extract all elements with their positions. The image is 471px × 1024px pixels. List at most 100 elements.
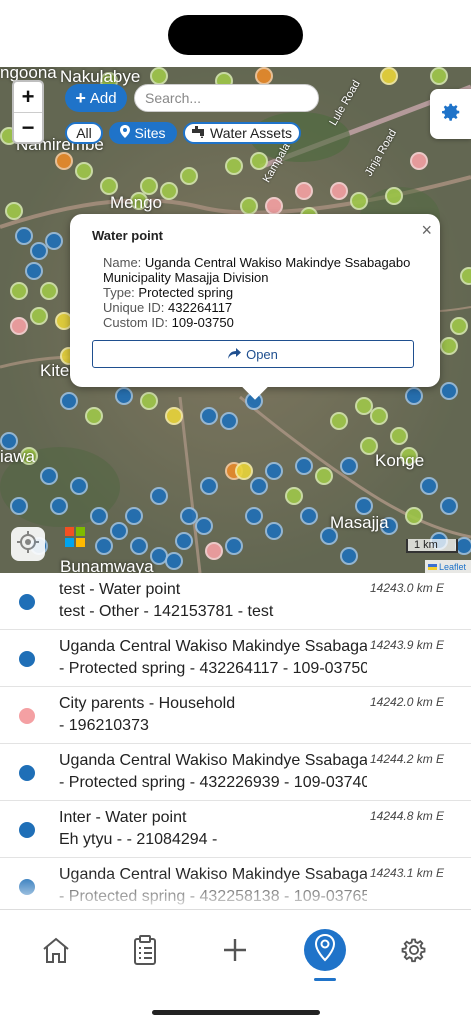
map-marker[interactable]	[25, 262, 43, 280]
map-marker[interactable]	[350, 192, 368, 210]
map-marker[interactable]	[405, 507, 423, 525]
list-item[interactable]: City parents - Household - 196210373 14242…	[0, 687, 471, 744]
map-marker[interactable]	[440, 382, 458, 400]
map-marker[interactable]	[265, 522, 283, 540]
map-marker[interactable]	[245, 507, 263, 525]
tab-add[interactable]	[213, 930, 257, 974]
map-marker[interactable]	[295, 182, 313, 200]
popup-uid-value: 432264117	[168, 300, 233, 315]
map-marker[interactable]	[295, 457, 313, 475]
map-marker[interactable]	[240, 197, 258, 215]
map-marker[interactable]	[60, 392, 78, 410]
map-marker[interactable]	[195, 517, 213, 535]
map-marker[interactable]	[255, 67, 273, 85]
map-marker[interactable]	[90, 507, 108, 525]
map-marker[interactable]	[220, 412, 238, 430]
filter-water-assets[interactable]: Water Assets	[183, 122, 301, 144]
map-marker[interactable]	[315, 467, 333, 485]
marker-dot-icon	[19, 822, 35, 838]
map-marker[interactable]	[165, 407, 183, 425]
filter-sites[interactable]: Sites	[109, 122, 177, 144]
map-marker[interactable]	[225, 537, 243, 555]
map-marker[interactable]	[40, 282, 58, 300]
map-marker[interactable]	[75, 162, 93, 180]
map-marker[interactable]	[235, 462, 253, 480]
map-marker[interactable]	[115, 387, 133, 405]
map-marker[interactable]	[150, 487, 168, 505]
tab-settings[interactable]	[392, 930, 436, 974]
map-marker[interactable]	[180, 507, 198, 525]
search-input[interactable]	[134, 84, 319, 112]
map-marker[interactable]	[150, 67, 168, 85]
map-marker[interactable]	[200, 477, 218, 495]
map-attribution[interactable]: Leaflet	[425, 560, 471, 573]
list-item[interactable]: Uganda Central Wakiso Makindye Ssabagabo…	[0, 744, 471, 801]
map-marker[interactable]	[340, 457, 358, 475]
map-marker[interactable]	[340, 547, 358, 565]
map-marker[interactable]	[440, 337, 458, 355]
results-list[interactable]: test - Water point test - Other - 1421537…	[0, 573, 471, 909]
map-marker[interactable]	[420, 477, 438, 495]
map-marker[interactable]	[175, 532, 193, 550]
map-marker[interactable]	[15, 227, 33, 245]
tab-map[interactable]	[304, 929, 346, 981]
map-marker[interactable]	[300, 507, 318, 525]
map-marker[interactable]	[45, 232, 63, 250]
map-marker[interactable]	[440, 497, 458, 515]
list-item[interactable]: test - Water point test - Other - 1421537…	[0, 573, 471, 630]
map-marker[interactable]	[140, 392, 158, 410]
map-marker[interactable]	[110, 522, 128, 540]
map-marker[interactable]	[405, 387, 423, 405]
map-marker[interactable]	[200, 407, 218, 425]
map-marker[interactable]	[30, 307, 48, 325]
map-marker[interactable]	[265, 197, 283, 215]
map-marker[interactable]	[285, 487, 303, 505]
map-marker[interactable]	[370, 407, 388, 425]
map-marker[interactable]	[250, 152, 268, 170]
list-item[interactable]: Uganda Central Wakiso Makindye Ssabagabo…	[0, 630, 471, 687]
add-button[interactable]: + Add	[65, 84, 127, 112]
map-marker[interactable]	[40, 467, 58, 485]
list-item-subtitle: - Protected spring - 432226939 - 109-037…	[59, 774, 367, 791]
map-marker[interactable]	[410, 152, 428, 170]
popup-close-button[interactable]: ×	[421, 220, 432, 241]
map-marker[interactable]	[160, 182, 178, 200]
map-marker[interactable]	[430, 67, 448, 85]
tab-tasks[interactable]	[123, 930, 167, 974]
map-marker[interactable]	[380, 67, 398, 85]
map-marker[interactable]	[225, 157, 243, 175]
map-marker[interactable]	[330, 412, 348, 430]
map-marker[interactable]	[10, 282, 28, 300]
map-marker[interactable]	[70, 477, 88, 495]
map-place-label: Konge	[375, 451, 425, 470]
map-marker[interactable]	[50, 497, 68, 515]
map-marker[interactable]	[390, 427, 408, 445]
map-marker[interactable]	[95, 537, 113, 555]
popup-open-button[interactable]: Open	[92, 340, 414, 368]
zoom-in-button[interactable]: +	[14, 82, 42, 112]
map-marker[interactable]	[180, 167, 198, 185]
map-marker[interactable]	[165, 552, 183, 570]
map-marker[interactable]	[450, 317, 468, 335]
map-settings-button[interactable]	[430, 89, 471, 139]
map-view[interactable]: NamirembeMengoKitebiMakindyeKongeMasajja…	[0, 67, 471, 573]
map-pin-icon	[313, 933, 337, 968]
map-marker[interactable]	[5, 202, 23, 220]
zoom-out-button[interactable]: −	[14, 113, 42, 143]
map-marker[interactable]	[385, 187, 403, 205]
popup-uid-label: Unique ID:	[103, 300, 165, 315]
map-marker[interactable]	[265, 462, 283, 480]
map-marker[interactable]	[130, 537, 148, 555]
map-marker[interactable]	[125, 507, 143, 525]
locate-me-button[interactable]	[11, 527, 45, 561]
map-marker[interactable]	[330, 182, 348, 200]
list-item[interactable]: Inter - Water point Eh ytyu - - 21084294 …	[0, 801, 471, 858]
map-marker[interactable]	[10, 317, 28, 335]
map-marker[interactable]	[205, 542, 223, 560]
map-marker[interactable]	[460, 267, 471, 285]
tab-home[interactable]	[34, 930, 78, 974]
map-marker[interactable]	[85, 407, 103, 425]
map-marker[interactable]	[10, 497, 28, 515]
filter-all[interactable]: All	[65, 122, 103, 144]
map-marker[interactable]	[250, 477, 268, 495]
